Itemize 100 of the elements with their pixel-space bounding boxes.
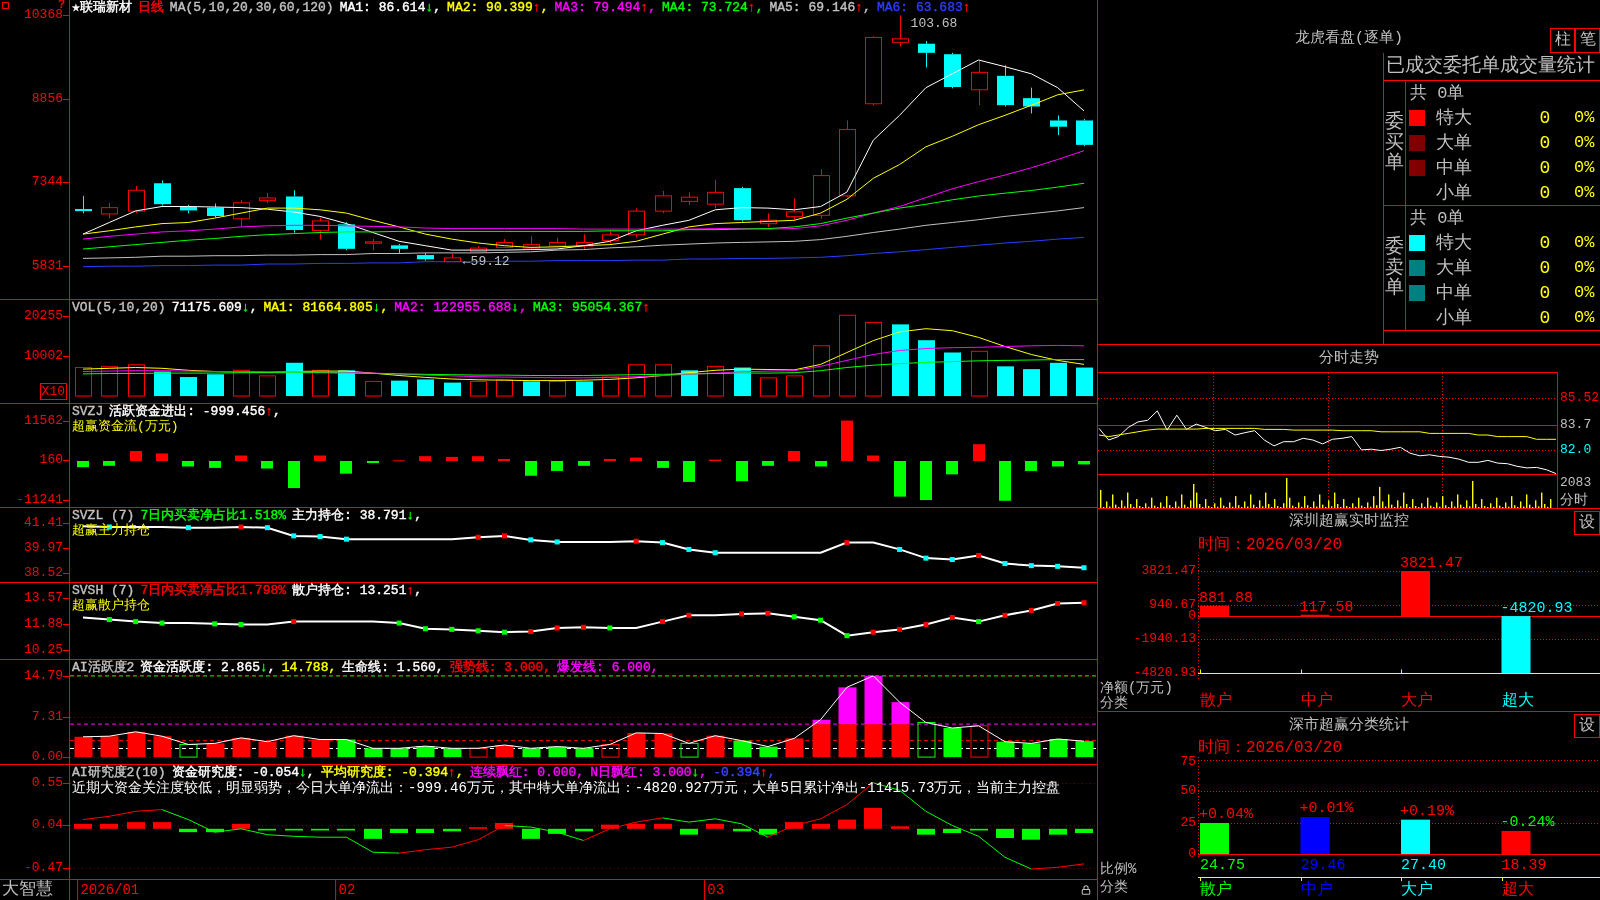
legend-item: SVZL (7) — [72, 508, 135, 523]
legend-item: MA6: 63.683↑ — [876, 0, 971, 15]
legend-item: MA4: 73.724↑, — [662, 0, 764, 15]
candlestick — [154, 179, 171, 207]
side-label: 委买单 — [1385, 111, 1404, 175]
date-label: 02 — [335, 880, 358, 900]
legend-item: 散户持仓: 13.251↑, — [292, 583, 423, 598]
candlestick — [549, 237, 566, 248]
candlestick — [417, 252, 434, 262]
legend-item: MA5: 69.146↑, — [769, 0, 871, 15]
category-label: 超大 — [1501, 692, 1534, 710]
legend-item: 资金研究度: -0.054↓, — [171, 765, 315, 780]
view-toggle-button[interactable]: 笔 — [1575, 28, 1600, 53]
order-count: 0 — [1538, 306, 1552, 329]
value-label: 117.58 — [1299, 599, 1354, 615]
date-label: 03 — [704, 880, 727, 900]
axis-title: 净额(万元) — [1100, 681, 1174, 696]
category-label: 中户 — [1300, 881, 1333, 899]
legend-item: VOL(5,10,20) — [72, 300, 166, 315]
order-share: 0% — [1574, 257, 1595, 280]
candlestick — [365, 238, 382, 251]
order-share: 0% — [1574, 281, 1595, 304]
candlestick — [128, 185, 145, 214]
bar — [891, 702, 910, 725]
legend-item: 资金活跃度: 2.865↓, — [140, 660, 276, 675]
axis-label: 14.79 — [24, 670, 63, 681]
axis-label: 10.25 — [24, 645, 63, 656]
legend-item: 7日内买卖净占比1.518% — [140, 508, 287, 523]
side-label: 委卖单 — [1385, 236, 1404, 300]
legend-item: 强势线: 3.000, — [449, 660, 552, 675]
section-title: 深市超赢分类统计 — [1289, 715, 1409, 736]
category-label: 散户 — [1200, 881, 1232, 899]
legend-item: 生命线: 1.560, — [342, 660, 444, 675]
candlestick — [312, 216, 329, 241]
value-label: 29.46 — [1300, 857, 1346, 875]
value-label: 881.88 — [1199, 590, 1253, 606]
axis-label: 10002 — [24, 351, 63, 362]
order-type-label: 中单 — [1436, 281, 1473, 304]
change-label: +0.04% — [1199, 806, 1253, 822]
order-count: 0 — [1538, 232, 1552, 255]
view-toggle-button[interactable]: 柱 — [1550, 28, 1575, 53]
legend-item: AI研究度2(10) — [72, 765, 166, 780]
axis-label: 7.31 — [31, 711, 63, 722]
axis-label: 38.52 — [24, 568, 63, 579]
category-label: 大户 — [1401, 692, 1433, 710]
settings-button[interactable]: 设 — [1574, 714, 1600, 738]
legend-item: MA3: 95054.367↑ — [532, 300, 650, 315]
legend-item: MA3: 79.494↑, — [554, 0, 656, 15]
bar — [838, 687, 857, 725]
candlestick — [892, 14, 909, 48]
order-count: 0 — [1538, 107, 1552, 130]
order-share: 0% — [1574, 306, 1595, 329]
axis-label: 85.52 — [1560, 392, 1599, 403]
candlestick — [918, 40, 935, 68]
legend-item: 14.788, — [281, 660, 337, 675]
axis-title: 分类 — [1100, 879, 1128, 895]
candlestick — [496, 238, 513, 249]
legend-item: AI活跃度2 — [72, 660, 135, 675]
candlestick — [707, 179, 724, 209]
chart-caption: 分时 — [1560, 492, 1589, 508]
legend-item: 7日内买卖净占比1.798% — [140, 583, 287, 598]
axis-label: 940.67 — [1149, 600, 1196, 610]
candlestick — [523, 235, 540, 250]
axis-label: 0.55 — [31, 777, 63, 788]
candlestick — [180, 204, 197, 214]
category-label: 中户 — [1300, 692, 1333, 710]
legend-item: 连续飘红: 0.000, — [469, 765, 585, 780]
legend-item: MA1: 81664.805↓, — [263, 300, 389, 315]
candlestick — [233, 199, 250, 228]
order-share: 0% — [1574, 232, 1595, 255]
axis-title: 分类 — [1100, 696, 1129, 711]
help-mark[interactable]: ? — [58, 0, 66, 10]
bar — [864, 724, 883, 758]
volume-max-label: 2083 — [1560, 475, 1593, 490]
order-type-label: 大单 — [1436, 132, 1473, 155]
axis-label: 3821.47 — [1141, 566, 1196, 576]
candlestick — [628, 207, 645, 239]
candlestick — [786, 198, 803, 222]
axis-label: -1940.13 — [1133, 634, 1196, 644]
order-share: 0% — [1574, 132, 1595, 155]
order-count: 0 — [1538, 181, 1552, 204]
axis-label: 5831 — [31, 261, 63, 272]
legend-item: 71175.609↓, — [171, 300, 258, 315]
legend-item: SVZJ — [72, 404, 104, 419]
settings-button[interactable]: 设 — [1574, 511, 1600, 535]
candlestick — [655, 190, 672, 214]
axis-label: 75 — [1180, 757, 1196, 767]
axis-label: 11562 — [24, 416, 63, 427]
order-total: 共 0单 — [1409, 208, 1466, 230]
axis-label: 11.88 — [24, 619, 63, 630]
section-title: 深圳超赢实时监控 — [1289, 512, 1409, 532]
legend-item: MA1: 86.614↓, — [339, 0, 442, 15]
legend-item: 爆发线: 6.000, — [557, 660, 659, 675]
time-label: 时间：2026/03/20 — [1197, 535, 1343, 555]
axis-label: -4820.93 — [1133, 668, 1196, 678]
candlestick — [760, 212, 777, 228]
order-share: 0% — [1574, 156, 1595, 179]
category-label: 大户 — [1401, 881, 1433, 899]
indicator-subtitle: 超赢资金流(万元) — [71, 419, 179, 434]
indicator-subtitle: 超赢散户持仓 — [71, 598, 150, 613]
